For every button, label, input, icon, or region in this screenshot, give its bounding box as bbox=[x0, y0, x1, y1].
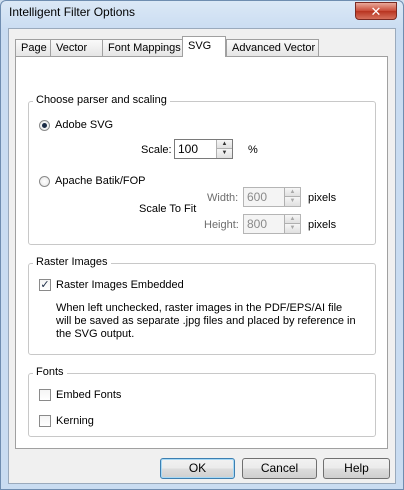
tab-font-mappings[interactable]: Font Mappings bbox=[102, 39, 184, 56]
adobe-svg-radio[interactable] bbox=[39, 120, 50, 131]
height-label: Height: bbox=[204, 219, 239, 231]
scale-spinner-buttons: ▲ ▼ bbox=[216, 140, 232, 158]
raster-description-line-3: the SVG output. bbox=[56, 328, 135, 340]
width-value[interactable]: 600 bbox=[247, 190, 267, 204]
tab-page[interactable]: Page bbox=[15, 39, 51, 56]
scale-label: Scale: bbox=[141, 144, 172, 156]
scale-unit: % bbox=[248, 144, 258, 156]
cancel-button[interactable]: Cancel bbox=[242, 458, 317, 479]
width-spinner-buttons: ▲ ▼ bbox=[284, 188, 300, 206]
height-down-arrow-icon[interactable]: ▼ bbox=[285, 224, 300, 233]
kerning-checkbox[interactable] bbox=[39, 415, 51, 427]
embed-fonts-checkbox[interactable] bbox=[39, 389, 51, 401]
scale-up-arrow-icon[interactable]: ▲ bbox=[217, 140, 232, 149]
apache-batik-label[interactable]: Apache Batik/FOP bbox=[55, 175, 146, 187]
raster-description-line-1: When left unchecked, raster images in th… bbox=[56, 302, 343, 314]
parser-group-legend: Choose parser and scaling bbox=[33, 94, 170, 106]
height-spinner[interactable]: 800 ▲ ▼ bbox=[243, 214, 301, 234]
raster-embedded-label[interactable]: Raster Images Embedded bbox=[56, 279, 184, 291]
width-down-arrow-icon[interactable]: ▼ bbox=[285, 197, 300, 206]
apache-batik-radio[interactable] bbox=[39, 176, 50, 187]
title-bar[interactable]: Intelligent Filter Options ✕ bbox=[1, 1, 403, 25]
raster-embedded-checkbox[interactable]: ✓ bbox=[39, 279, 51, 291]
tab-advanced-vector[interactable]: Advanced Vector bbox=[226, 39, 319, 56]
ok-button[interactable]: OK bbox=[160, 458, 235, 479]
kerning-label[interactable]: Kerning bbox=[56, 415, 94, 427]
adobe-svg-label[interactable]: Adobe SVG bbox=[55, 119, 113, 131]
dialog-window: Intelligent Filter Options ✕ Page Vector… bbox=[0, 0, 404, 490]
height-unit: pixels bbox=[308, 219, 337, 231]
width-up-arrow-icon[interactable]: ▲ bbox=[285, 188, 300, 197]
fonts-group-legend: Fonts bbox=[33, 366, 67, 378]
scale-to-fit-label: Scale To Fit bbox=[139, 203, 197, 215]
window-title: Intelligent Filter Options bbox=[9, 5, 136, 19]
svg-tab-panel: Choose parser and scaling Adobe SVG Scal… bbox=[15, 56, 388, 449]
scale-spinner[interactable]: 100 ▲ ▼ bbox=[174, 139, 233, 159]
height-value[interactable]: 800 bbox=[247, 217, 267, 231]
raster-images-group: Raster Images ✓ Raster Images Embedded W… bbox=[28, 256, 376, 355]
width-label: Width: bbox=[207, 192, 239, 204]
raster-description-line-2: will be saved as separate .jpg files and… bbox=[56, 315, 356, 327]
fonts-group: Fonts Embed Fonts Kerning bbox=[28, 366, 376, 437]
embed-fonts-label[interactable]: Embed Fonts bbox=[56, 389, 121, 401]
scale-down-arrow-icon[interactable]: ▼ bbox=[217, 149, 232, 158]
width-spinner[interactable]: 600 ▲ ▼ bbox=[243, 187, 301, 207]
height-up-arrow-icon[interactable]: ▲ bbox=[285, 215, 300, 224]
width-unit: pixels bbox=[308, 192, 337, 204]
raster-group-legend: Raster Images bbox=[33, 256, 111, 268]
dialog-client-area: Page Vector Font Mappings SVG Advanced V… bbox=[8, 28, 396, 484]
height-spinner-buttons: ▲ ▼ bbox=[284, 215, 300, 233]
tab-vector[interactable]: Vector bbox=[50, 39, 103, 56]
parser-group: Choose parser and scaling Adobe SVG Scal… bbox=[28, 94, 376, 245]
scale-value[interactable]: 100 bbox=[178, 142, 198, 156]
tab-svg[interactable]: SVG bbox=[182, 36, 226, 57]
help-button[interactable]: Help bbox=[323, 458, 390, 479]
close-button[interactable]: ✕ bbox=[355, 2, 397, 20]
